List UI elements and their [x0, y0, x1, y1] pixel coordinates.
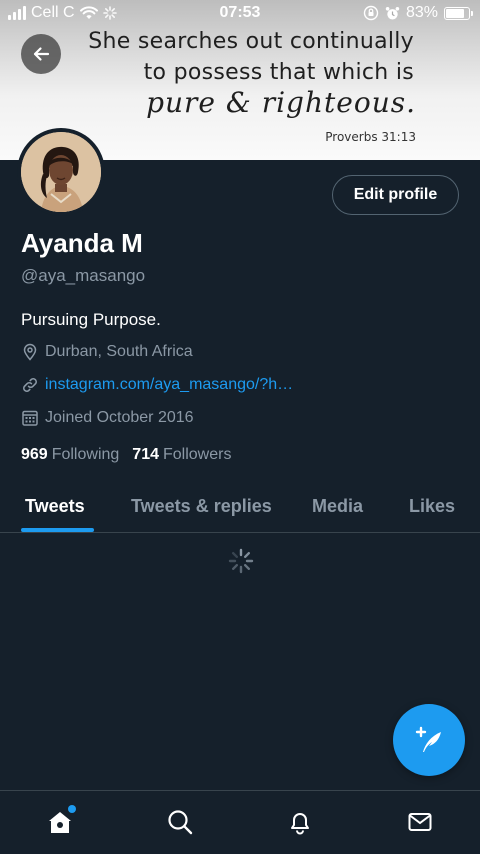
orientation-lock-icon: [363, 5, 379, 21]
battery-percent: 83%: [405, 4, 438, 21]
followers-link[interactable]: 714 Followers: [132, 446, 231, 464]
back-button[interactable]: [21, 34, 61, 74]
banner-quote-reference: Proverbs 31:13: [325, 130, 416, 144]
followers-label: Followers: [163, 446, 232, 463]
compose-tweet-button[interactable]: [393, 704, 465, 776]
search-icon: [168, 810, 193, 835]
arrow-left-icon: [33, 47, 50, 61]
feather-plus-icon: [415, 726, 441, 752]
nav-search[interactable]: [163, 805, 197, 839]
followers-count: 714: [132, 446, 159, 463]
link-icon: [23, 378, 37, 392]
profile-location-text: Durban, South Africa: [45, 343, 193, 360]
banner-quote-line-1: She searches out continually: [88, 29, 414, 54]
tab-likes[interactable]: Likes: [409, 480, 455, 532]
mail-icon: [408, 813, 432, 831]
alarm-icon: [385, 6, 400, 19]
profile-name: Ayanda M: [21, 228, 143, 258]
active-tab-indicator: [21, 528, 94, 532]
avatar[interactable]: [21, 132, 101, 212]
bottom-navigation: [0, 790, 480, 854]
avatar-photo: [21, 132, 101, 212]
spinner-icon: [228, 548, 254, 574]
profile-website[interactable]: instagram.com/aya_masango/?h…: [21, 376, 293, 394]
status-right: 83%: [363, 4, 473, 22]
map-pin-icon: [23, 343, 37, 361]
following-link[interactable]: 969 Following: [21, 446, 119, 464]
profile-bio: Pursuing Purpose.: [21, 310, 161, 329]
nav-notifications[interactable]: [283, 805, 317, 839]
nav-messages[interactable]: [403, 805, 437, 839]
follow-stats: 969 Following 714 Followers: [21, 446, 231, 464]
profile-location: Durban, South Africa: [21, 343, 193, 361]
profile-joined-text: Joined October 2016: [45, 409, 194, 426]
banner-quote-line-3: pure & righteous.: [146, 86, 416, 119]
battery-fill: [446, 8, 465, 18]
nav-home[interactable]: [43, 805, 77, 839]
edit-profile-button[interactable]: Edit profile: [332, 175, 459, 215]
banner-quote-line-2: to possess that which is: [143, 60, 414, 85]
profile-joined: Joined October 2016: [21, 409, 194, 427]
calendar-icon: [22, 410, 38, 426]
status-bar: Cell C 07:53 83%: [0, 0, 480, 28]
battery-icon: [444, 6, 473, 20]
avatar-frame[interactable]: [17, 128, 105, 216]
following-count: 969: [21, 446, 48, 463]
following-label: Following: [51, 446, 120, 463]
tab-media[interactable]: Media: [312, 480, 363, 532]
bell-icon: [291, 813, 309, 835]
profile-website-link[interactable]: instagram.com/aya_masango/?h…: [45, 376, 293, 394]
tab-tweets-and-replies[interactable]: Tweets & replies: [131, 480, 272, 532]
home-notification-dot: [68, 805, 76, 813]
profile-tabs: Tweets Tweets & replies Media Likes: [0, 480, 480, 533]
profile-handle: @aya_masango: [21, 266, 146, 285]
tab-tweets[interactable]: Tweets: [25, 480, 85, 532]
